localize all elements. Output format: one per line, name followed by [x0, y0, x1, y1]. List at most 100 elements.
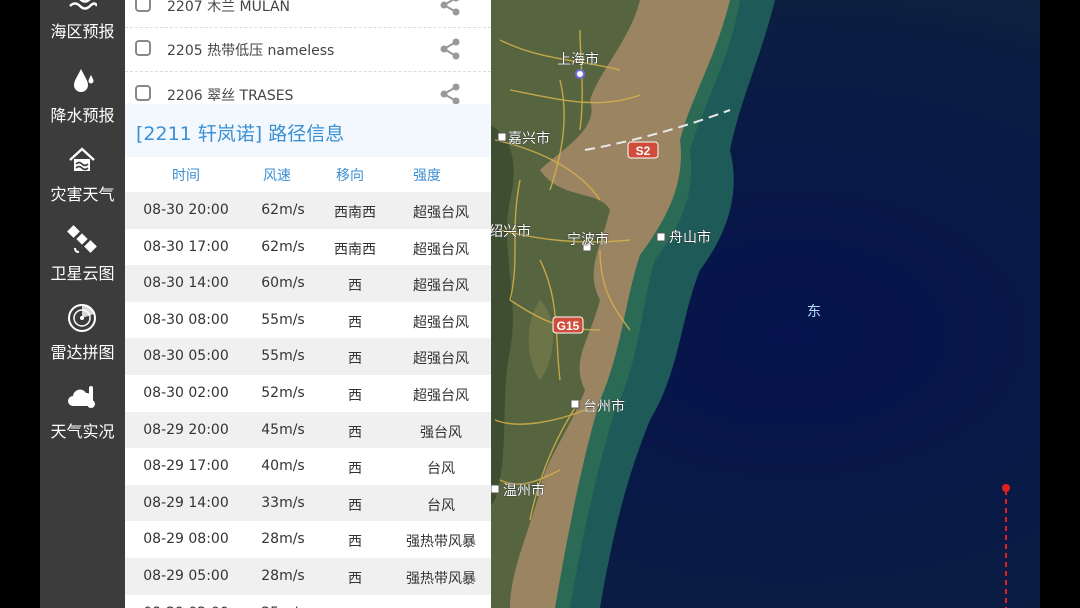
table-row[interactable]: 08-30 20:00 62m/s 西南西 超强台风 [125, 192, 491, 229]
sidebar-item-satellite[interactable]: 卫星云图 [40, 220, 125, 298]
table-cell-speed: 55m/s [261, 348, 305, 365]
city-label-jiaxing: 嘉兴市 [508, 130, 550, 147]
table-cell-speed: 25m/s [247, 605, 319, 608]
table-cell-time: 08-30 05:00 [143, 348, 229, 365]
table-cell-strength: 强热带风暴 [406, 534, 476, 551]
table-cell-time: 08-30 20:00 [143, 202, 229, 218]
share-icon[interactable] [438, 0, 462, 17]
sidebar-item-disaster-weather[interactable]: 灾害天气 [40, 141, 125, 219]
table-cell-direction: 西 [348, 278, 362, 295]
table-row[interactable]: 08-30 14:00 60m/s 西 超强台风 [125, 265, 491, 302]
table-cell-speed: 52m/s [261, 385, 305, 401]
road-shield-s2: S2 [636, 144, 651, 158]
table-cell-speed: 45m/s [261, 421, 305, 438]
table-row[interactable]: 08-29 05:00 28m/s 西 强热带风暴 [125, 558, 491, 595]
storm-name: 2207 木兰 MULAN [167, 0, 291, 15]
table-cell-speed: 62m/s [261, 202, 305, 218]
table-cell-speed: 62m/s [261, 238, 305, 255]
city-label-ningbo: 宁波市 [567, 231, 609, 248]
app-window: S2 G15 上海市 嘉兴市 绍兴市 宁波市 舟山市 台州市 温州市 东 海区预… [40, 0, 1040, 608]
table-cell-direction: 西 [348, 571, 362, 587]
table-cell-strength: 强热带风暴 [391, 605, 491, 608]
table-cell-time: 08-29 08:00 [143, 531, 229, 548]
table-cell-direction: 西 [348, 351, 362, 368]
column-header-speed: 风速 [263, 168, 291, 184]
satellite-icon [67, 225, 97, 253]
storm-name: 2206 翠丝 TRASES [167, 88, 294, 104]
table-cell-speed: 28m/s [261, 568, 305, 584]
sidebar-item-radar[interactable]: 雷达拼图 [40, 299, 125, 377]
storm-checkbox[interactable] [135, 85, 151, 101]
sidebar-item-label: 天气实况 [50, 422, 115, 441]
table-row[interactable]: 08-29 14:00 33m/s 西 台风 [125, 484, 491, 522]
city-label-zhoushan: 舟山市 [669, 229, 711, 246]
table-row[interactable]: 08-29 20:00 45m/s 西 强台风 [125, 411, 491, 449]
table-cell-time: 08-30 08:00 [143, 311, 229, 328]
sidebar-item-label: 雷达拼图 [50, 343, 115, 362]
column-header-time: 时间 [172, 168, 200, 184]
table-cell-speed: 60m/s [261, 275, 305, 292]
track-table-header: 时间 风速 移向 强度 [125, 157, 491, 193]
table-cell-time: 08-30 14:00 [143, 275, 229, 292]
table-cell-time: 08-29 20:00 [143, 421, 229, 438]
storm-list-item[interactable]: 2207 木兰 MULAN [125, 0, 491, 28]
table-cell-strength: 超强台风 [413, 241, 469, 258]
storm-checkbox[interactable] [135, 40, 151, 56]
table-row[interactable]: 08-30 05:00 55m/s 西 超强台风 [125, 338, 491, 375]
table-row[interactable]: 08-30 17:00 62m/s 西南西 超强台风 [125, 228, 491, 266]
map-label-east: 东 [807, 304, 821, 320]
table-cell-direction: 西北西 [319, 605, 391, 608]
table-row[interactable]: 08-29 08:00 28m/s 西 强热带风暴 [125, 521, 491, 558]
table-cell-strength: 强台风 [420, 424, 462, 441]
table-cell-direction: 西 [348, 424, 362, 441]
storm-name: 2205 热带低压 nameless [167, 43, 335, 59]
track-info-header: [2211 轩岚诺] 路径信息 [125, 104, 491, 157]
share-icon[interactable] [438, 37, 462, 61]
waves-icon [69, 0, 97, 10]
table-cell-strength: 超强台风 [413, 351, 469, 368]
table-cell-strength: 超强台风 [413, 388, 469, 404]
sidebar-item-label: 卫星云图 [50, 264, 115, 283]
table-cell-direction: 西 [348, 314, 362, 331]
sidebar-item-label: 海区预报 [50, 22, 115, 41]
table-cell-time: 08-29 14:00 [143, 494, 229, 511]
sidebar-item-precipitation[interactable]: 降水预报 [40, 62, 125, 140]
table-cell-speed: 55m/s [261, 311, 305, 328]
storm-checkbox[interactable] [135, 0, 151, 12]
table-cell-strength: 强热带风暴 [406, 571, 476, 587]
storm-list-item[interactable]: 2205 热带低压 nameless [125, 27, 491, 72]
table-cell-speed: 28m/s [261, 531, 305, 548]
sidebar-item-weather-observation[interactable]: 天气实况 [40, 378, 125, 456]
city-label-shaoxing: 绍兴市 [489, 223, 531, 240]
table-cell-strength: 台风 [427, 497, 455, 514]
raindrop-icon [74, 69, 94, 92]
table-cell-direction: 西 [348, 497, 362, 514]
disaster-house-icon [69, 147, 95, 171]
table-cell-direction: 西 [348, 461, 362, 478]
sidebar: 海区预报 降水预报 灾害天气 卫星云图 雷达拼图 天气实况 [40, 0, 125, 608]
table-cell-strength: 超强台风 [413, 278, 469, 295]
table-cell-time: 08-29 02:00 [125, 605, 247, 608]
column-header-strength: 强度 [413, 168, 441, 184]
table-row[interactable]: 08-29 17:00 40m/s 西 台风 [125, 448, 491, 485]
sidebar-item-sea-forecast[interactable]: 海区预报 [40, 0, 125, 56]
table-cell-time: 08-29 05:00 [143, 568, 229, 584]
radar-icon [68, 304, 96, 332]
table-cell-direction: 西南西 [334, 241, 376, 258]
table-cell-speed: 33m/s [261, 494, 305, 511]
table-cell-strength: 超强台风 [413, 314, 469, 331]
table-cell-strength: 超强台风 [413, 205, 469, 221]
table-cell-speed: 40m/s [261, 458, 305, 475]
city-label-shanghai: 上海市 [557, 51, 599, 68]
sidebar-item-label: 降水预报 [50, 106, 115, 125]
table-cell-time: 08-30 17:00 [143, 238, 229, 255]
table-cell-time: 08-29 17:00 [143, 458, 229, 475]
table-cell-time: 08-30 02:00 [143, 385, 229, 401]
share-icon[interactable] [438, 82, 462, 106]
table-cell-direction: 西 [348, 388, 362, 404]
table-row[interactable]: 08-30 08:00 55m/s 西 超强台风 [125, 301, 491, 339]
city-label-wenzhou: 温州市 [503, 482, 545, 499]
table-row[interactable]: 08-29 02:0025m/s西北西强热带风暴 [125, 594, 491, 608]
table-row[interactable]: 08-30 02:00 52m/s 西 超强台风 [125, 375, 491, 412]
road-shield-g15: G15 [557, 319, 580, 333]
